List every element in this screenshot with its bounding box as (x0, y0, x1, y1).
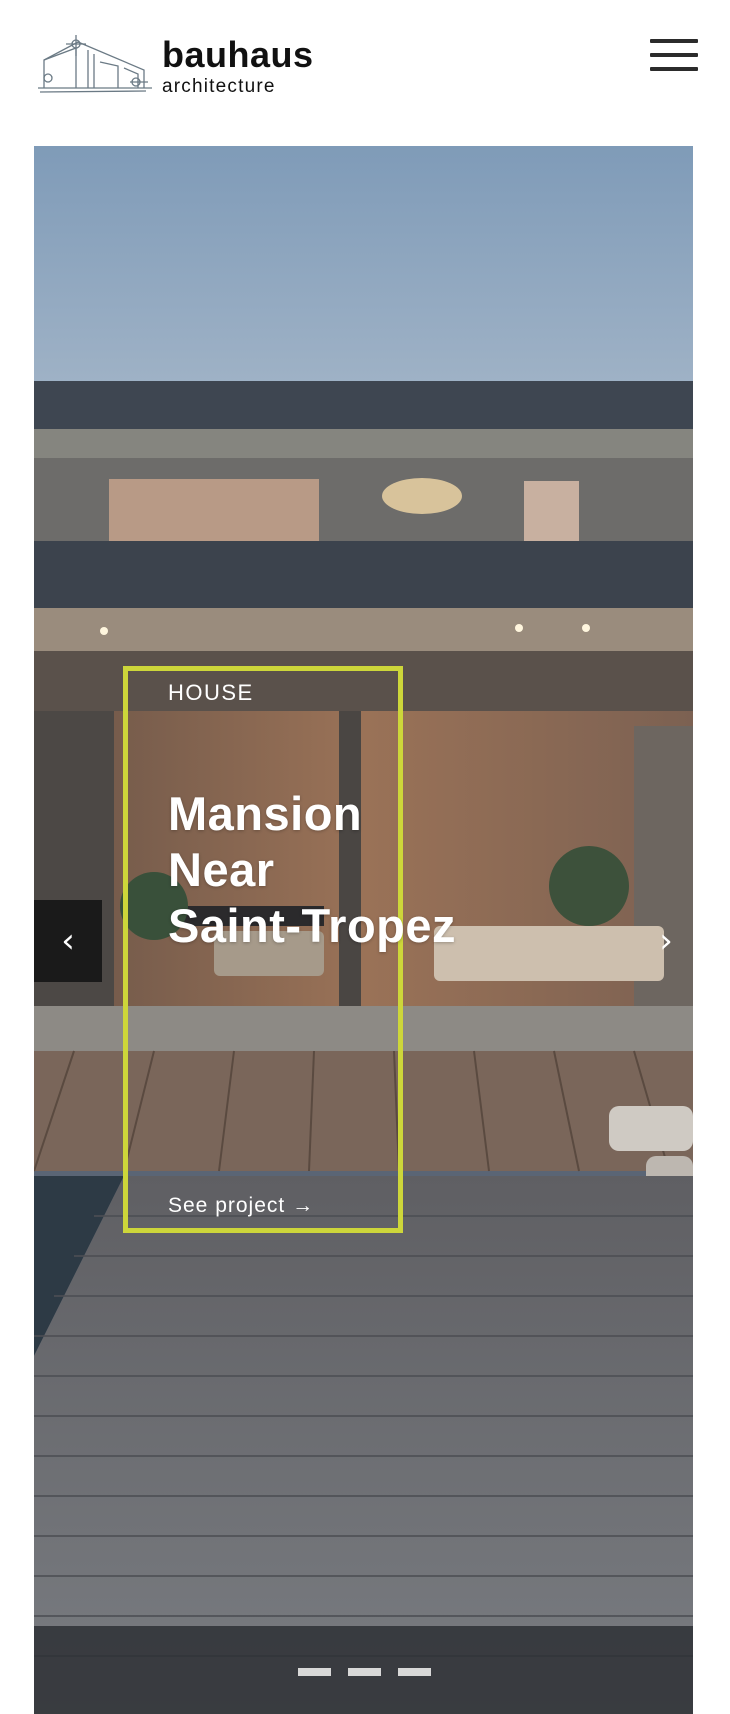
project-title-line: Saint-Tropez (168, 899, 457, 952)
brand-text: bauhaus architecture (162, 33, 314, 97)
see-project-link[interactable]: See project → (168, 1194, 314, 1218)
brand-logo[interactable]: bauhaus architecture (36, 30, 314, 100)
slide-indicator[interactable] (348, 1668, 381, 1676)
project-title-line: Mansion (168, 787, 363, 840)
slide-indicator[interactable] (298, 1668, 331, 1676)
slide-indicator[interactable] (398, 1668, 431, 1676)
site-header: bauhaus architecture (0, 0, 730, 146)
chevron-right-icon[interactable]: › (640, 900, 692, 982)
project-title: Mansion Near Saint-Tropez (168, 786, 648, 954)
house-sketch-icon (38, 35, 152, 93)
project-category: HOUSE (168, 680, 254, 705)
hamburger-menu-icon[interactable] (648, 36, 700, 74)
brand-name: bauhaus (162, 33, 314, 75)
project-title-line: Near (168, 843, 275, 896)
page: bauhaus architecture HOUSE Mansion Near … (0, 0, 730, 1714)
hero-slider: HOUSE Mansion Near Saint-Tropez See proj… (34, 146, 693, 1714)
brand-tagline: architecture (162, 75, 276, 97)
slide-indicators (298, 1668, 431, 1676)
chevron-left-icon[interactable]: ‹ (34, 900, 102, 982)
